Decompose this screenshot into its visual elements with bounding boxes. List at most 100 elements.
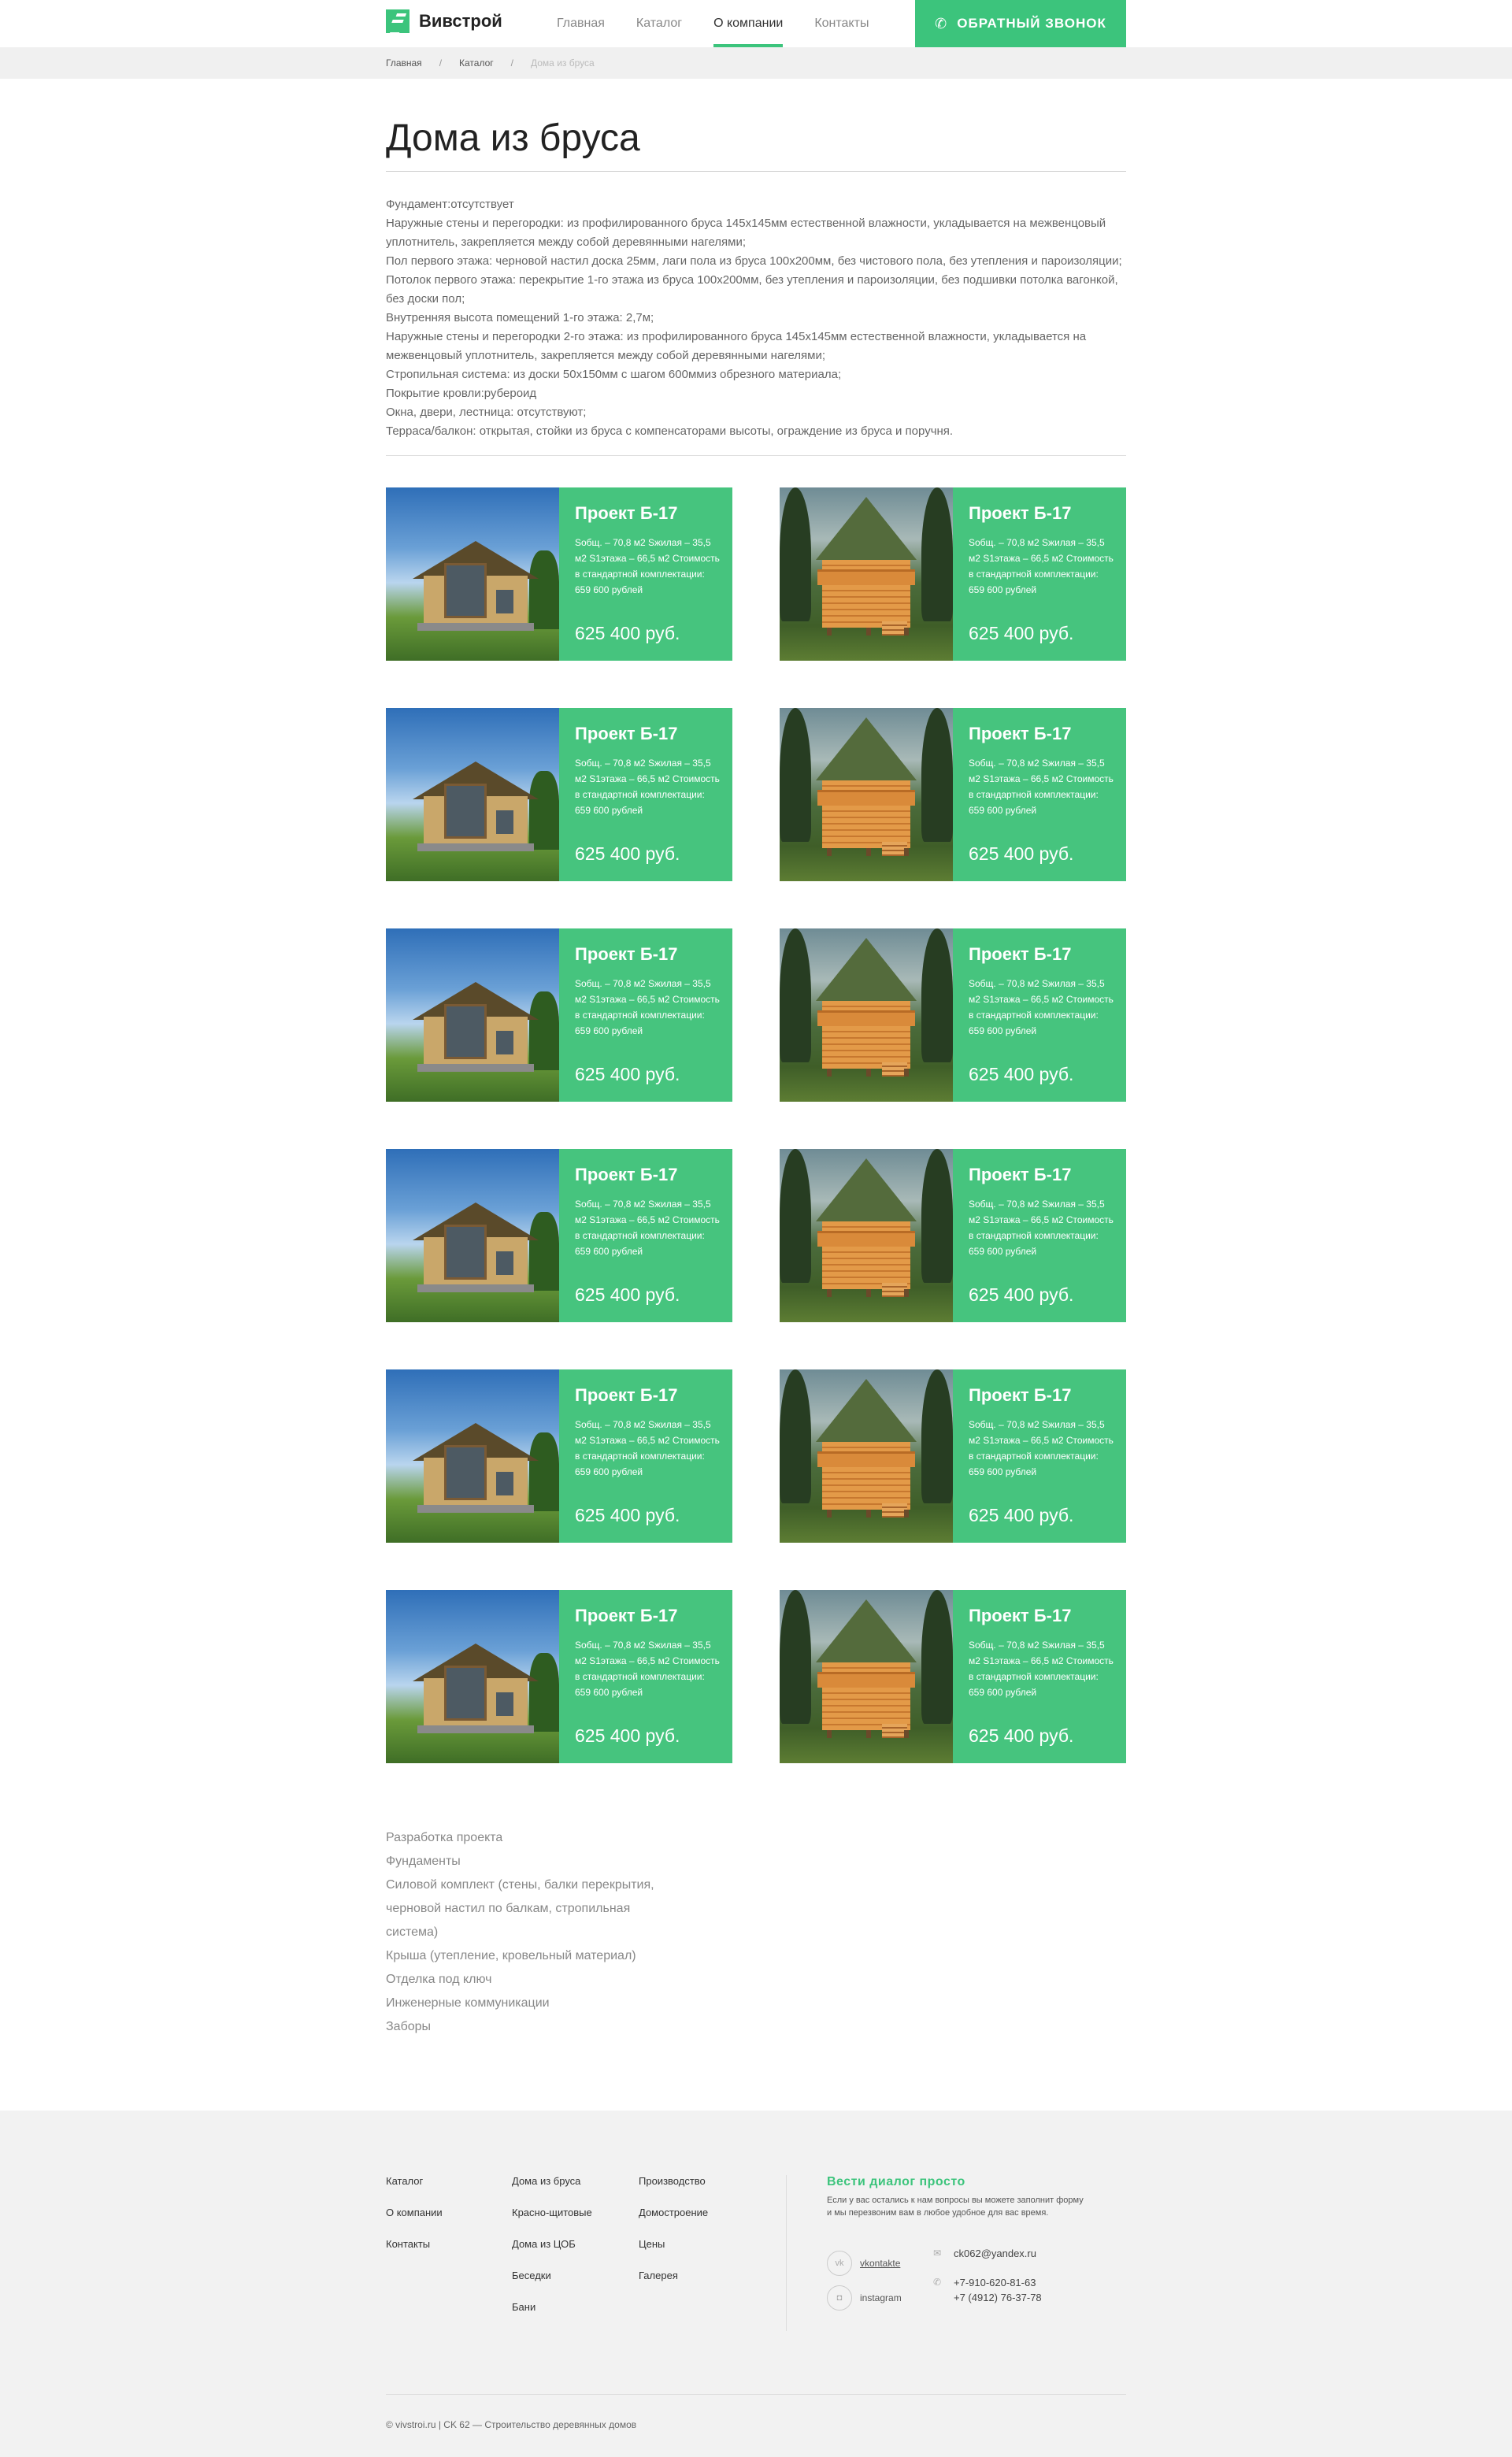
card-body: Проект Б-17 Sобщ. – 70,8 м2 Sжилая – 35,5… — [559, 487, 732, 661]
footer-link[interactable]: Дома из ЦОБ — [512, 2238, 592, 2270]
description-line: Потолок первого этажа: перекрытие 1-го э… — [386, 273, 1118, 306]
nav-about[interactable]: О компании — [713, 0, 784, 47]
card-description: Sобщ. – 70,8 м2 Sжилая – 35,5 м2 S1этажа… — [969, 758, 1114, 816]
footer-link[interactable]: Дома из бруса — [512, 2175, 592, 2207]
card-price: 625 400 руб. — [575, 623, 680, 643]
services-list: Разработка проекта Фундаменты Силовой ко… — [386, 1826, 677, 2039]
nav-home[interactable]: Главная — [557, 0, 605, 47]
card-title: Проект Б-17 — [575, 724, 678, 743]
card-description: Sобщ. – 70,8 м2 Sжилая – 35,5 м2 S1этажа… — [575, 1199, 720, 1257]
house-image — [386, 708, 559, 881]
main-nav: Главная Каталог О компании Контакты — [557, 0, 900, 47]
service-item[interactable]: Заборы — [386, 2015, 677, 2039]
contact-text: Если у вас остались к нам вопросы вы мож… — [827, 2196, 1084, 2218]
phone-icon: ✆ — [933, 2277, 942, 2288]
callback-button[interactable]: ✆ ОБРАТНЫЙ ЗВОНОК — [915, 0, 1126, 47]
project-cards: Проект Б-17 Sобщ. – 70,8 м2 Sжилая – 35,5… — [386, 487, 1126, 1763]
house-image — [386, 1149, 559, 1322]
card-body: Проект Б-17 Sобщ. – 70,8 м2 Sжилая – 35,5… — [953, 1149, 1126, 1322]
project-card[interactable]: Проект Б-17 Sобщ. – 70,8 м2 Sжилая – 35,5… — [386, 1149, 732, 1322]
site-header: Вивстрой Главная Каталог О компании Конт… — [386, 0, 1126, 47]
breadcrumb-home[interactable]: Главная — [386, 57, 422, 69]
footer-link[interactable]: Красно-щитовые — [512, 2207, 592, 2238]
contact-block: Вести диалог просто Если у вас остались … — [827, 2175, 1126, 2311]
logo-icon — [386, 9, 410, 33]
phone-row: ✆ +7-910-620-81-63 +7 (4912) 76-37-78 — [933, 2277, 1042, 2303]
nav-catalog[interactable]: Каталог — [636, 0, 682, 47]
phone-number[interactable]: +7 (4912) 76-37-78 — [954, 2292, 1042, 2303]
project-card[interactable]: Проект Б-17 Sобщ. – 70,8 м2 Sжилая – 35,5… — [386, 487, 732, 661]
card-title: Проект Б-17 — [575, 944, 678, 964]
card-price: 625 400 руб. — [575, 1505, 680, 1525]
card-body: Проект Б-17 Sобщ. – 70,8 м2 Sжилая – 35,5… — [953, 1590, 1126, 1763]
house-image — [780, 928, 953, 1102]
card-body: Проект Б-17 Sобщ. – 70,8 м2 Sжилая – 35,5… — [953, 708, 1126, 881]
card-title: Проект Б-17 — [969, 1385, 1072, 1405]
footer-link[interactable]: Каталог — [386, 2175, 443, 2207]
footer-link[interactable]: Производство — [639, 2175, 708, 2207]
project-card[interactable]: Проект Б-17 Sобщ. – 70,8 м2 Sжилая – 35,5… — [780, 928, 1126, 1102]
description-line: Наружные стены и перегородки: из профили… — [386, 217, 1106, 249]
phone-icon: ✆ — [935, 15, 948, 32]
description-line: Пол первого этажа: черновой настил доска… — [386, 254, 1122, 268]
description-line: Внутренняя высота помещений 1-го этажа: … — [386, 311, 654, 324]
service-item[interactable]: Разработка проекта — [386, 1826, 677, 1850]
footer-link[interactable]: Бани — [512, 2301, 592, 2333]
project-card[interactable]: Проект Б-17 Sобщ. – 70,8 м2 Sжилая – 35,5… — [386, 1590, 732, 1763]
house-image — [386, 928, 559, 1102]
description-line: Окна, двери, лестница: отсутствуют; — [386, 406, 587, 419]
card-description: Sобщ. – 70,8 м2 Sжилая – 35,5 м2 S1этажа… — [575, 758, 720, 816]
card-price: 625 400 руб. — [575, 1064, 680, 1084]
project-card[interactable]: Проект Б-17 Sобщ. – 70,8 м2 Sжилая – 35,5… — [386, 708, 732, 881]
card-description: Sобщ. – 70,8 м2 Sжилая – 35,5 м2 S1этажа… — [969, 1199, 1114, 1257]
card-price: 625 400 руб. — [969, 1505, 1074, 1525]
contacts-info: ✉ ck062@yandex.ru ✆ +7-910-620-81-63 +7 … — [933, 2248, 1042, 2321]
phone-number[interactable]: +7-910-620-81-63 — [954, 2277, 1042, 2288]
description-line: Покрытие кровли:рубероид — [386, 387, 537, 400]
footer-bottom-divider — [386, 2394, 1126, 2395]
house-image — [780, 1369, 953, 1543]
house-image — [780, 1149, 953, 1322]
service-item[interactable]: Крыша (утепление, кровельный материал) — [386, 1944, 677, 1968]
footer-col-company: Производство Домостроение Цены Галерея — [639, 2175, 708, 2301]
breadcrumb-catalog[interactable]: Каталог — [459, 57, 494, 69]
project-card[interactable]: Проект Б-17 Sобщ. – 70,8 м2 Sжилая – 35,5… — [780, 1149, 1126, 1322]
email-link[interactable]: ck062@yandex.ru — [954, 2248, 1036, 2259]
copyright: © vivstroi.ru | CK 62 — Строительство де… — [386, 2419, 637, 2430]
description: Фундамент:отсутствует Наружные стены и п… — [386, 195, 1126, 456]
project-card[interactable]: Проект Б-17 Sобщ. – 70,8 м2 Sжилая – 35,5… — [386, 1369, 732, 1543]
card-description: Sобщ. – 70,8 м2 Sжилая – 35,5 м2 S1этажа… — [969, 1640, 1114, 1698]
breadcrumb: Главная / Каталог / Дома из бруса — [386, 47, 1126, 79]
project-card[interactable]: Проект Б-17 Sобщ. – 70,8 м2 Sжилая – 35,5… — [386, 928, 732, 1102]
card-title: Проект Б-17 — [575, 1165, 678, 1184]
project-card[interactable]: Проект Б-17 Sобщ. – 70,8 м2 Sжилая – 35,5… — [780, 1369, 1126, 1543]
social-instagram[interactable]: ◘ instagram — [827, 2281, 902, 2315]
description-line: Терраса/балкон: открытая, стойки из брус… — [386, 424, 954, 438]
service-item[interactable]: Отделка под ключ — [386, 1968, 677, 1992]
card-body: Проект Б-17 Sобщ. – 70,8 м2 Sжилая – 35,5… — [559, 708, 732, 881]
footer-link[interactable]: Галерея — [639, 2270, 708, 2301]
footer-link[interactable]: Цены — [639, 2238, 708, 2270]
nav-contacts[interactable]: Контакты — [814, 0, 869, 47]
footer-link[interactable]: Домостроение — [639, 2207, 708, 2238]
footer-link[interactable]: О компании — [386, 2207, 443, 2238]
card-body: Проект Б-17 Sобщ. – 70,8 м2 Sжилая – 35,5… — [953, 1369, 1126, 1543]
social-vk[interactable]: vk vkontakte — [827, 2246, 902, 2281]
project-card[interactable]: Проект Б-17 Sобщ. – 70,8 м2 Sжилая – 35,5… — [780, 708, 1126, 881]
footer-link[interactable]: Беседки — [512, 2270, 592, 2301]
project-card[interactable]: Проект Б-17 Sобщ. – 70,8 м2 Sжилая – 35,5… — [780, 1590, 1126, 1763]
card-body: Проект Б-17 Sобщ. – 70,8 м2 Sжилая – 35,5… — [559, 1590, 732, 1763]
service-item[interactable]: Силовой комплект (стены, балки перекрыти… — [386, 1873, 677, 1944]
service-item[interactable]: Инженерные коммуникации — [386, 1992, 677, 2015]
breadcrumb-bar: Главная / Каталог / Дома из бруса — [0, 47, 1512, 79]
breadcrumb-separator: / — [510, 57, 513, 69]
house-image — [780, 487, 953, 661]
card-title: Проект Б-17 — [575, 1606, 678, 1625]
logo[interactable]: Вивстрой — [386, 9, 502, 33]
logo-text: Вивстрой — [419, 11, 502, 31]
footer-link[interactable]: Контакты — [386, 2238, 443, 2270]
project-card[interactable]: Проект Б-17 Sобщ. – 70,8 м2 Sжилая – 35,5… — [780, 487, 1126, 661]
email-row: ✉ ck062@yandex.ru — [933, 2248, 1042, 2259]
card-description: Sобщ. – 70,8 м2 Sжилая – 35,5 м2 S1этажа… — [575, 1640, 720, 1698]
service-item[interactable]: Фундаменты — [386, 1850, 677, 1873]
